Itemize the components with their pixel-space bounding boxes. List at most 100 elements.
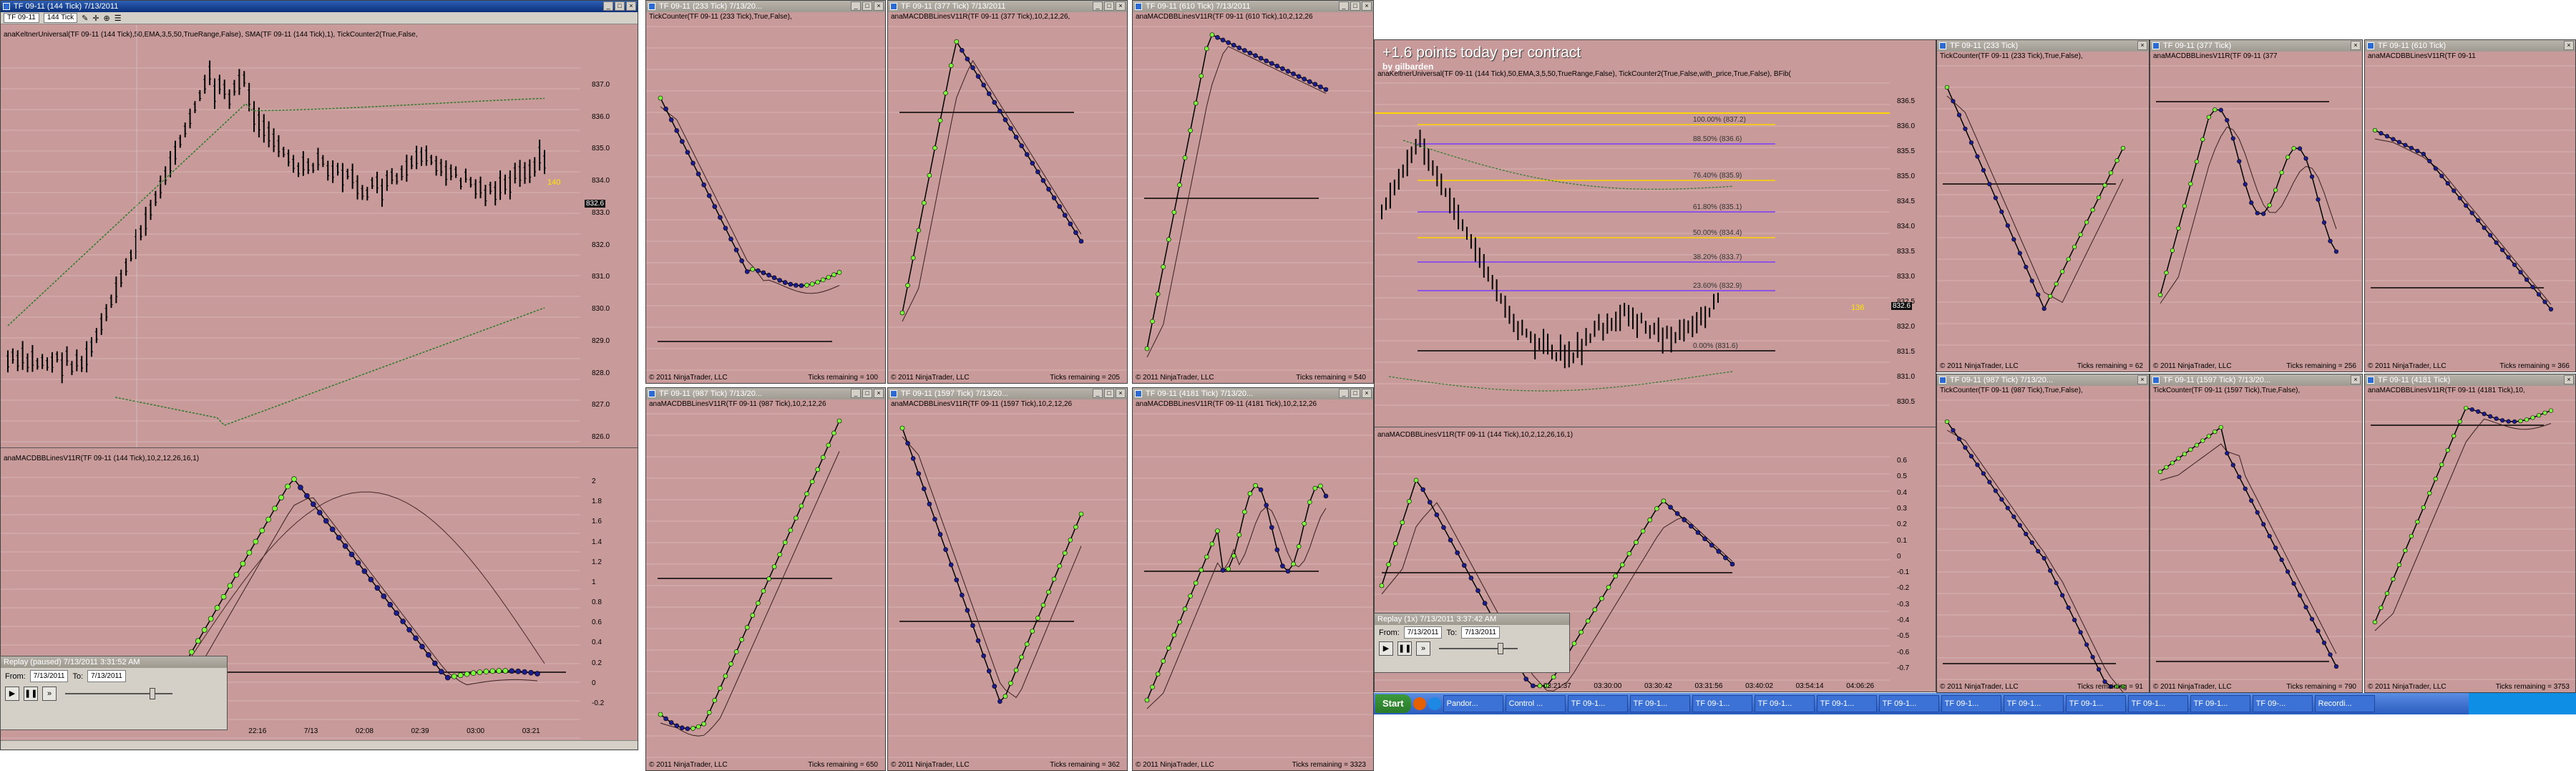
mid-chart-window-5[interactable]: TF 09-11 (4181 Tick) 7/13/20... _ □ × anaMA… [1132, 387, 1374, 771]
replay-speed-slider[interactable] [1439, 643, 1518, 654]
small-chart-titlebar[interactable]: TF 09-11 (610 Tick) × [2365, 40, 2575, 52]
close-button[interactable]: × [2351, 41, 2361, 50]
minimize-button[interactable]: _ [603, 1, 613, 11]
close-button[interactable]: × [2564, 41, 2574, 50]
minimize-button[interactable]: _ [1093, 389, 1103, 398]
taskbar-item[interactable]: TF 09-1... [1754, 695, 1815, 712]
mid-chart-window-3[interactable]: TF 09-11 (987 Tick) 7/13/20... _ □ × anaMAC… [645, 387, 886, 771]
taskbar-item[interactable]: Control ... [1505, 695, 1566, 712]
close-button[interactable]: × [2137, 375, 2147, 384]
close-button[interactable]: × [2564, 375, 2574, 384]
taskbar-item[interactable]: TF 09-1... [2065, 695, 2126, 712]
close-button[interactable]: × [1362, 1, 1372, 11]
close-button[interactable]: × [1116, 389, 1126, 398]
crosshair-icon[interactable]: ✛ [92, 14, 99, 23]
minimize-button[interactable]: _ [1093, 1, 1103, 11]
mid-chart-titlebar[interactable]: TF 09-11 (233 Tick) 7/13/20... _ □ × [646, 1, 885, 12]
maximize-button[interactable]: □ [1104, 1, 1114, 11]
ie-icon[interactable] [1428, 697, 1441, 710]
mid-chart-titlebar[interactable]: TF 09-11 (4181 Tick) 7/13/20... _ □ × [1133, 388, 1373, 399]
play-button[interactable]: ▶ [1379, 641, 1393, 656]
mid-chart-window-1[interactable]: TF 09-11 (377 Tick) 7/13/2011 _ □ × anaMACD… [887, 0, 1128, 384]
small-chart-window-2[interactable]: TF 09-11 (610 Tick) × anaMACDBBLinesV11R(… [2364, 39, 2576, 372]
close-button[interactable]: × [1362, 389, 1372, 398]
small-chart-window-0[interactable]: TF 09-11 (233 Tick) × TickCounter(TF 09-1… [1936, 39, 2150, 372]
mid-chart-titlebar[interactable]: TF 09-11 (987 Tick) 7/13/20... _ □ × [646, 388, 885, 399]
small-chart-window-3[interactable]: TF 09-11 (987 Tick) 7/13/20... × TickCoun… [1936, 374, 2150, 693]
small-chart-titlebar[interactable]: TF 09-11 (987 Tick) 7/13/20... × [1937, 374, 2149, 386]
instrument-selector[interactable]: TF 09-11 [4, 13, 39, 23]
horizontal-scrollbar[interactable] [1, 740, 638, 750]
taskbar-item[interactable]: TF 09-1... [1878, 695, 1939, 712]
maximize-button[interactable]: □ [1104, 389, 1114, 398]
replay-panel-right[interactable]: Replay (1x) 7/13/2011 3:37:42 AM From: 7… [1374, 613, 1570, 673]
close-button[interactable]: × [2351, 375, 2361, 384]
start-button[interactable]: Start [1375, 694, 1411, 713]
fast-forward-button[interactable]: » [42, 687, 57, 701]
taskbar-item[interactable]: Recordi... [2314, 695, 2375, 712]
mid-chart-titlebar[interactable]: TF 09-11 (1597 Tick) 7/13/20... _ □ × [888, 388, 1127, 399]
main-price-chart[interactable]: anaKeltnerUniversal(TF 09-11 (144 Tick),… [1, 25, 638, 448]
close-button[interactable]: × [2137, 41, 2147, 50]
pause-button[interactable]: ❚❚ [24, 687, 38, 701]
replay-speed-slider[interactable] [65, 688, 172, 699]
maximize-button[interactable]: □ [862, 1, 872, 11]
taskbar-item[interactable]: TF 09-... [2252, 695, 2313, 712]
mid-chart-titlebar[interactable]: TF 09-11 (377 Tick) 7/13/2011 _ □ × [888, 1, 1127, 12]
from-date-picker[interactable]: 7/13/2011 [1403, 626, 1443, 639]
minimize-button[interactable]: _ [851, 389, 861, 398]
taskbar-item[interactable]: TF 09-1... [2127, 695, 2188, 712]
maximize-button[interactable]: □ [1350, 1, 1360, 11]
replay-panel-left[interactable]: Replay (paused) 7/13/2011 3:31:52 AM Fro… [0, 656, 228, 730]
fast-forward-button[interactable]: » [1416, 641, 1430, 656]
macd-dot-up [1199, 567, 1204, 573]
firefox-icon[interactable] [1413, 697, 1426, 710]
mid-chart-window-4[interactable]: TF 09-11 (1597 Tick) 7/13/20... _ □ × anaMA… [887, 387, 1128, 771]
maximize-button[interactable]: □ [862, 389, 872, 398]
mid-macd-plot [646, 26, 885, 371]
small-chart-window-4[interactable]: TF 09-11 (1597 Tick) 7/13/20... × TickCou… [2150, 374, 2363, 693]
main-chart-window[interactable]: TF 09-11 (144 Tick) 7/13/2011 _ □ × TF 0… [0, 0, 638, 750]
pencil-icon[interactable]: ✎ [82, 14, 88, 23]
properties-icon[interactable]: ☰ [114, 14, 122, 23]
small-chart-window-5[interactable]: TF 09-11 (4181 Tick) × anaMACDBBLinesV11R… [2364, 374, 2576, 693]
maximize-button[interactable]: □ [615, 1, 625, 11]
small-chart-titlebar[interactable]: TF 09-11 (377 Tick) × [2150, 40, 2362, 52]
close-button[interactable]: × [1116, 1, 1126, 11]
to-date-picker[interactable]: 7/13/2011 [87, 670, 126, 682]
play-button[interactable]: ▶ [5, 687, 19, 701]
signal-line [1146, 46, 1327, 358]
small-chart-window-1[interactable]: TF 09-11 (377 Tick) × anaMACDBBLinesV11R(… [2150, 39, 2363, 372]
right-price-chart[interactable]: anaKeltnerUniversal(TF 09-11 (144 Tick),… [1375, 40, 1936, 427]
mid-chart-window-0[interactable]: TF 09-11 (233 Tick) 7/13/20... _ □ × TickCo… [645, 0, 886, 384]
minimize-button[interactable]: _ [851, 1, 861, 11]
close-button[interactable]: × [874, 1, 884, 11]
to-date-picker[interactable]: 7/13/2011 [1461, 626, 1500, 639]
pause-button[interactable]: ❚❚ [1397, 641, 1412, 656]
mid-chart-titlebar[interactable]: TF 09-11 (610 Tick) 7/13/2011 _ □ × [1133, 1, 1373, 12]
close-button[interactable]: × [874, 389, 884, 398]
small-chart-titlebar[interactable]: TF 09-11 (4181 Tick) × [2365, 374, 2575, 386]
taskbar-item[interactable]: TF 09-1... [2003, 695, 2064, 712]
taskbar-item[interactable]: TF 09-1... [1629, 695, 1690, 712]
small-chart-titlebar[interactable]: TF 09-11 (1597 Tick) 7/13/20... × [2150, 374, 2362, 386]
main-chart-titlebar[interactable]: TF 09-11 (144 Tick) 7/13/2011 _ □ × [1, 1, 638, 12]
interval-selector[interactable]: 144 Tick [43, 13, 78, 23]
right-main-chart-window[interactable]: anaKeltnerUniversal(TF 09-11 (144 Tick),… [1374, 39, 1936, 692]
taskbar-item[interactable]: TF 09-1... [2190, 695, 2250, 712]
small-chart-titlebar[interactable]: TF 09-11 (233 Tick) × [1937, 40, 2149, 52]
mid-chart-window-2[interactable]: TF 09-11 (610 Tick) 7/13/2011 _ □ × anaMACD… [1132, 0, 1374, 384]
taskbar-item[interactable]: TF 09-1... [1567, 695, 1628, 712]
slider-handle[interactable] [1498, 643, 1503, 654]
minimize-button[interactable]: _ [1339, 1, 1349, 11]
slider-handle[interactable] [150, 688, 155, 699]
taskbar-item[interactable]: TF 09-1... [1816, 695, 1877, 712]
maximize-button[interactable]: □ [1350, 389, 1360, 398]
taskbar-item[interactable]: TF 09-1... [1941, 695, 2001, 712]
minimize-button[interactable]: _ [1339, 389, 1349, 398]
zoom-icon[interactable]: ⊕ [104, 14, 110, 23]
from-date-picker[interactable]: 7/13/2011 [29, 670, 69, 682]
close-button[interactable]: × [626, 1, 636, 11]
taskbar-item[interactable]: TF 09-1... [1692, 695, 1752, 712]
taskbar-item[interactable]: Pandor... [1443, 695, 1503, 712]
